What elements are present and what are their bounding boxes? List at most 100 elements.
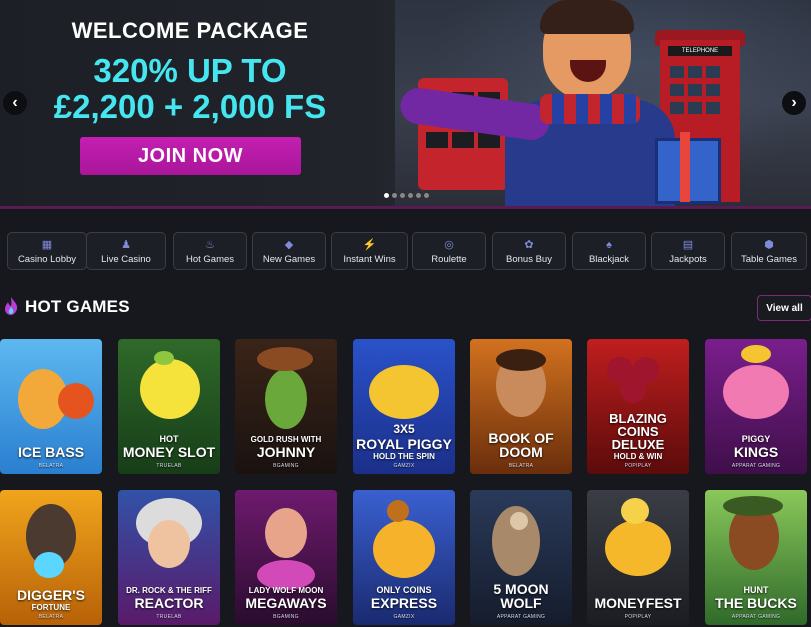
- game-title: BLAZING: [609, 411, 667, 427]
- carousel-dot[interactable]: [416, 193, 421, 198]
- game-title-prefix: ONLY COINS: [376, 584, 432, 595]
- game-art-shape: [58, 383, 94, 419]
- category-label: Blackjack: [588, 253, 630, 265]
- carousel-prev-button[interactable]: ‹: [3, 91, 27, 115]
- game-provider: GAMZIX: [393, 614, 415, 620]
- game-art-shape: [34, 552, 64, 578]
- game-tile[interactable]: MEGAWAYS LADY WOLF MOON BGAMING: [235, 490, 337, 625]
- carousel-dot[interactable]: [424, 193, 429, 198]
- game-art-shape: [723, 365, 789, 419]
- booth-sign: TELEPHONE: [668, 46, 732, 56]
- game-title: ROYAL PIGGY: [356, 436, 452, 453]
- mascot-scarf: [540, 94, 640, 124]
- game-title: THE BUCKS: [715, 595, 797, 612]
- game-tile[interactable]: KINGS PIGGY APPARAT GAMING: [705, 339, 807, 474]
- game-provider: APPARAT GAMING: [496, 614, 546, 620]
- game-tile[interactable]: EXPRESS ONLY COINS GAMZIX: [353, 490, 455, 625]
- game-title: COINS: [617, 424, 659, 440]
- game-tile[interactable]: FORTUNE DIGGER'S BELATRA: [0, 490, 102, 625]
- game-provider: GAMZIX: [393, 463, 415, 469]
- category-label: Bonus Buy: [506, 253, 552, 265]
- game-art-shape: [369, 365, 439, 419]
- game-tile[interactable]: MONEY SLOT HOT TRUELAB: [118, 339, 220, 474]
- category-casino-lobby[interactable]: ▦ Casino Lobby: [7, 232, 87, 270]
- category-label: Instant Wins: [343, 253, 396, 265]
- game-art-shape: [140, 359, 200, 419]
- game-title: JOHNNY: [256, 444, 316, 461]
- game-art-shape: [620, 377, 646, 403]
- game-provider: BGAMING: [273, 463, 299, 469]
- game-art-shape: [265, 369, 307, 429]
- carousel-dot[interactable]: [392, 193, 397, 198]
- lightning-icon: ⚡: [362, 238, 377, 251]
- category-label: Live Casino: [101, 253, 151, 265]
- diamond-icon: ◆: [284, 238, 294, 251]
- game-title-prefix: HOT: [159, 433, 179, 444]
- game-provider: APPARAT GAMING: [731, 614, 781, 620]
- game-title-prefix: DR. ROCK & THE RIFF: [126, 585, 212, 595]
- category-hot-games[interactable]: ♨ Hot Games: [173, 232, 247, 270]
- view-all-button[interactable]: View all: [757, 295, 811, 321]
- game-tile[interactable]: HOLD THE SPIN ROYAL PIGGY 3X5 GAMZIX: [353, 339, 455, 474]
- carousel-next-button[interactable]: ›: [782, 91, 806, 115]
- game-title: DIGGER'S: [17, 587, 85, 604]
- category-jackpots[interactable]: ▤ Jackpots: [651, 232, 725, 270]
- game-title-prefix: PIGGY: [741, 433, 771, 444]
- jackpot-icon: ▤: [682, 238, 694, 251]
- game-title: 5 MOON WOLF: [493, 580, 549, 612]
- game-provider: TRUELAB: [156, 614, 182, 620]
- carousel-dot[interactable]: [400, 193, 405, 198]
- category-label: Casino Lobby: [17, 253, 77, 265]
- cards-icon: ♠: [606, 238, 612, 251]
- mascot-hair: [540, 0, 634, 34]
- carousel-dots: [384, 193, 429, 198]
- game-provider: BELATRA: [38, 463, 64, 469]
- dealer-icon: ♟: [121, 238, 131, 251]
- game-provider: POPIPLAY: [624, 614, 652, 620]
- game-art-shape: [387, 500, 409, 522]
- game-art-shape: [741, 345, 771, 363]
- game-title: MONEYFEST: [594, 595, 682, 612]
- category-table-games[interactable]: ⬢ Table Games: [731, 232, 807, 270]
- bonus-icon: ✿: [524, 238, 534, 251]
- chevron-left-icon: ‹: [12, 94, 18, 111]
- game-provider: POPIPLAY: [624, 463, 652, 469]
- game-tile[interactable]: HOLD & WIN DELUXE COINS BLAZING POPIPLAY: [587, 339, 689, 474]
- game-art-shape: [605, 520, 671, 576]
- hero-banner[interactable]: TELEPHONE WELCOME PACKAGE 320% UP TO £2,…: [0, 0, 811, 206]
- category-label: New Games: [262, 253, 316, 265]
- game-art-shape: [496, 349, 546, 371]
- game-provider: BGAMING: [273, 614, 299, 620]
- game-title: EXPRESS: [370, 595, 438, 612]
- flame-icon: ♨: [205, 238, 215, 251]
- category-bonus-buy[interactable]: ✿ Bonus Buy: [492, 232, 566, 270]
- game-tile[interactable]: JOHNNY GOLD RUSH WITH BGAMING: [235, 339, 337, 474]
- game-title: MEGAWAYS: [245, 595, 327, 612]
- game-title: ICE BASS: [17, 444, 85, 461]
- hero-offer-line1: 320% UP TO: [93, 52, 287, 89]
- category-label: Jackpots: [669, 253, 707, 265]
- category-roulette[interactable]: ◎ Roulette: [412, 232, 486, 270]
- game-art-shape: [148, 520, 190, 568]
- carousel-dot[interactable]: [408, 193, 413, 198]
- game-tile[interactable]: MONEYFEST POPIPLAY: [587, 490, 689, 625]
- game-tile[interactable]: ICE BASS BELATRA: [0, 339, 102, 474]
- category-new-games[interactable]: ◆ New Games: [252, 232, 326, 270]
- hero-offer-line2: £2,200 + 2,000 FS: [53, 88, 327, 125]
- game-tile[interactable]: BOOK OF DOOM BELATRA: [470, 339, 572, 474]
- game-tile[interactable]: THE BUCKS HUNT APPARAT GAMING: [705, 490, 807, 625]
- category-blackjack[interactable]: ♠ Blackjack: [572, 232, 646, 270]
- game-title: KINGS: [733, 444, 779, 461]
- carousel-dot[interactable]: [384, 193, 389, 198]
- game-title-prefix: 3X5: [393, 422, 415, 437]
- game-tile[interactable]: 5 MOON WOLF APPARAT GAMING: [470, 490, 572, 625]
- hero-title: WELCOME PACKAGE: [71, 18, 309, 43]
- category-live-casino[interactable]: ♟ Live Casino: [86, 232, 166, 270]
- game-art-shape: [373, 520, 435, 578]
- category-instant-wins[interactable]: ⚡ Instant Wins: [331, 232, 408, 270]
- game-tile[interactable]: REACTOR DR. ROCK & THE RIFF TRUELAB: [118, 490, 220, 625]
- game-provider: TRUELAB: [156, 463, 182, 469]
- game-title: MONEY SLOT: [122, 444, 216, 461]
- join-now-button[interactable]: JOIN NOW: [80, 137, 301, 175]
- game-title-prefix: GOLD RUSH WITH: [250, 434, 322, 444]
